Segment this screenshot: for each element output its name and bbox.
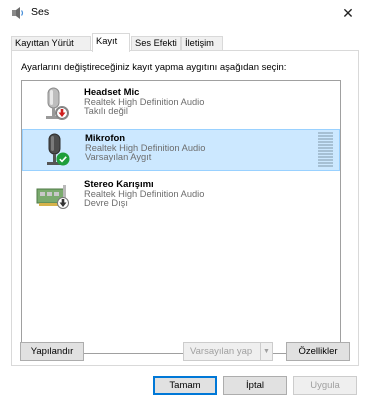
device-item-headset-mic[interactable]: Headset Mic Realtek High Definition Audi… xyxy=(22,83,340,125)
close-button[interactable]: ✕ xyxy=(330,0,366,26)
speaker-icon xyxy=(11,6,25,20)
level-meter xyxy=(318,132,333,168)
disabled-down-arrow-badge-icon xyxy=(57,197,69,209)
device-status: Varsayılan Aygıt xyxy=(85,152,152,162)
tab-communications[interactable]: İletişim xyxy=(181,36,223,51)
device-status: Takılı değil xyxy=(84,106,128,116)
instruction-text: Ayarlarını değiştireceğiniz kayıt yapma … xyxy=(21,62,287,73)
device-item-stereo-mix[interactable]: Stereo Karışımı Realtek High Definition … xyxy=(22,175,340,217)
set-default-split-button: Varsayılan yap ▼ xyxy=(183,342,273,361)
tab-recording[interactable]: Kayıt xyxy=(92,33,130,52)
device-list[interactable]: Headset Mic Realtek High Definition Audi… xyxy=(21,80,341,354)
window-title: Ses xyxy=(31,6,50,18)
unplugged-red-arrow-badge-icon xyxy=(56,107,68,119)
chevron-down-icon: ▼ xyxy=(260,343,272,360)
device-item-mikrofon[interactable]: Mikrofon Realtek High Definition Audio V… xyxy=(22,129,340,171)
title-bar: Ses ✕ xyxy=(0,0,366,26)
tab-playback[interactable]: Kayıttan Yürüt xyxy=(11,36,91,51)
ok-button[interactable]: Tamam xyxy=(153,376,217,395)
device-status: Devre Dışı xyxy=(84,198,128,208)
properties-button[interactable]: Özellikler xyxy=(286,342,350,361)
configure-button[interactable]: Yapılandır xyxy=(20,342,84,361)
tab-sound-effects[interactable]: Ses Efekti xyxy=(131,36,181,51)
default-green-check-badge-icon xyxy=(56,152,70,166)
apply-button: Uygula xyxy=(293,376,357,395)
set-default-button: Varsayılan yap xyxy=(190,346,253,357)
cancel-button[interactable]: İptal xyxy=(223,376,287,395)
recording-panel: Ayarlarını değiştireceğiniz kayıt yapma … xyxy=(11,50,359,366)
